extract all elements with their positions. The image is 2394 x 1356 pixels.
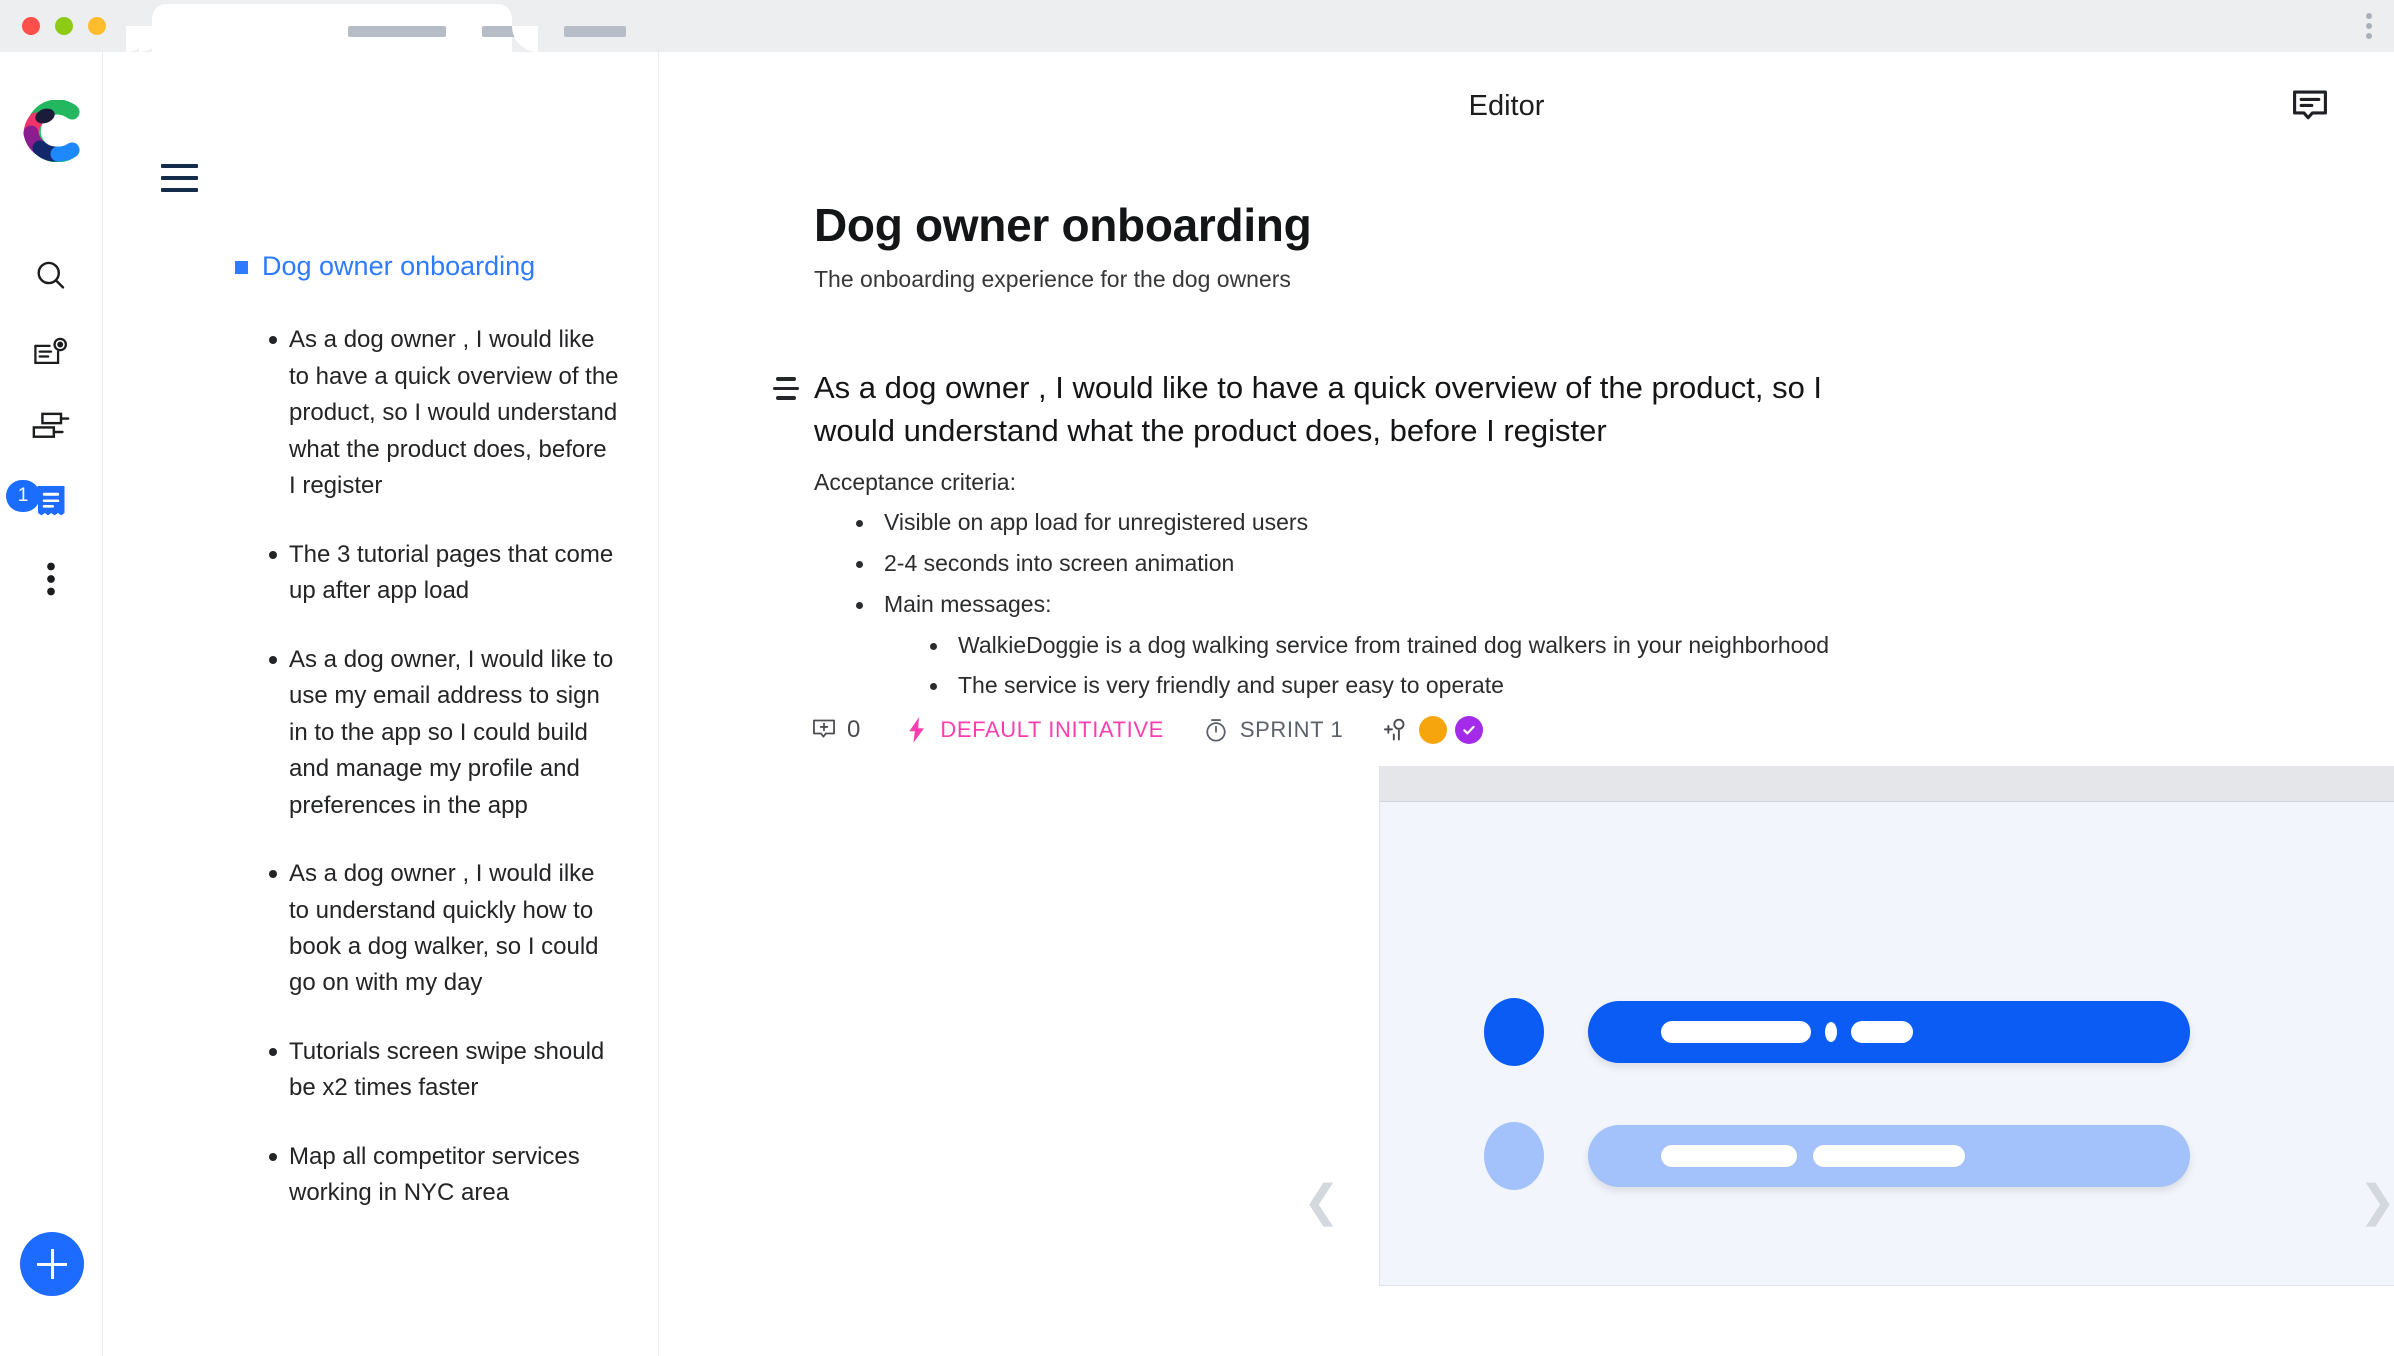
add-person-icon[interactable] [1383, 716, 1411, 744]
timeline-badge-count: 1 [6, 480, 40, 512]
list-item[interactable]: As a dog owner , I would like to have a … [103, 322, 658, 504]
outline-panel: Dog owner onboarding As a dog owner , I … [103, 52, 659, 1356]
list-item[interactable]: Main messages: WalkieDoggie is a dog wal… [844, 591, 2394, 698]
mockup-bar-shape [1588, 1001, 2190, 1064]
assignees-group [1383, 716, 1484, 745]
sidebar-item-search[interactable] [22, 247, 80, 305]
attachment-block [659, 766, 2394, 1287]
initiative-label: DEFAULT INITIATIVE [940, 717, 1164, 743]
list-item[interactable]: As a dog owner, I would like to use my e… [103, 642, 658, 824]
tab-title-placeholders [348, 26, 626, 37]
minimize-window-button[interactable] [55, 17, 73, 35]
mockup-avatar-shape [1484, 998, 1544, 1067]
list-item[interactable]: The service is very friendly and super e… [918, 672, 2394, 698]
initiative-badge[interactable]: DEFAULT INITIATIVE [906, 716, 1164, 744]
align-lines-icon[interactable] [773, 377, 799, 406]
sidebar-item-timeline[interactable] [22, 397, 80, 455]
app-window: 1 Dog owner onboarding As a dog owner , … [0, 52, 2394, 1356]
list-item[interactable]: 2-4 seconds into screen animation [844, 550, 2394, 576]
document-body: Dog owner onboarding The onboarding expe… [659, 160, 2394, 1356]
sidebar-item-roadmap[interactable] [22, 324, 80, 382]
mockup-bar-shape [1588, 1125, 2190, 1188]
add-comment-button[interactable]: 0 [811, 716, 860, 744]
mockup-header-bar [1380, 766, 2394, 803]
add-comment-icon [813, 719, 835, 738]
chevron-right-icon[interactable]: ❯ [2359, 1180, 2394, 1224]
window-controls [22, 17, 106, 35]
zoom-window-button[interactable] [88, 17, 106, 35]
map-pin-document-icon [34, 337, 68, 365]
avatar[interactable] [1419, 716, 1448, 745]
outline-item-title[interactable]: Dog owner onboarding [103, 248, 658, 284]
square-bullet-icon [235, 261, 248, 274]
list-item-label: Main messages: [884, 591, 1052, 618]
check-icon [1463, 725, 1476, 735]
story-title[interactable]: As a dog owner , I would like to have a … [814, 367, 1874, 453]
main-content: Editor Dog owner onboarding The onboardi… [659, 52, 2394, 1356]
mockup-row [1484, 1122, 2190, 1191]
comment-count: 0 [847, 716, 861, 744]
sidebar-item-more[interactable] [22, 550, 80, 608]
page-title: Editor [1468, 90, 1545, 122]
mockup-preview[interactable] [1379, 766, 2394, 1287]
tab-placeholder-bar [348, 26, 446, 37]
document-title[interactable]: Dog owner onboarding [814, 198, 2394, 252]
list-item[interactable]: Visible on app load for unregistered use… [844, 509, 2394, 535]
comment-bubble-icon[interactable] [2288, 84, 2332, 128]
acceptance-criteria-list: Visible on app load for unregistered use… [844, 509, 2394, 698]
lightning-bolt-icon [909, 717, 925, 743]
add-button[interactable] [20, 1232, 84, 1296]
close-window-button[interactable] [22, 17, 40, 35]
kebab-menu-icon[interactable] [2366, 13, 2372, 39]
tab-placeholder-bar [564, 26, 626, 37]
tab-placeholder-bar [482, 26, 528, 37]
sprint-label: SPRINT 1 [1239, 717, 1344, 743]
more-vertical-icon [47, 562, 55, 596]
timer-icon [1206, 719, 1226, 742]
list-item[interactable]: Tutorials screen swipe should be x2 time… [103, 1034, 658, 1107]
list-item[interactable]: Map all competitor services working in N… [103, 1139, 658, 1212]
list-item[interactable]: The 3 tutorial pages that come up after … [103, 537, 658, 610]
mockup-row [1484, 998, 2190, 1067]
browser-tab[interactable] [152, 4, 626, 52]
hamburger-menu-icon[interactable] [161, 164, 198, 200]
search-icon [37, 261, 65, 289]
acceptance-criteria-sublist: WalkieDoggie is a dog walking service fr… [918, 633, 2394, 698]
craft-logo[interactable] [22, 99, 82, 163]
avatar[interactable] [1455, 716, 1484, 745]
outline-title-label: Dog owner onboarding [262, 251, 536, 281]
left-icon-rail: 1 [0, 52, 103, 1356]
chevron-left-icon[interactable]: ❮ [1303, 1180, 1340, 1224]
outline-list: Dog owner onboarding As a dog owner , I … [103, 248, 658, 1244]
story-block: As a dog owner , I would like to have a … [659, 367, 2394, 1287]
browser-chrome-bar [0, 0, 2394, 52]
acceptance-criteria-label: Acceptance criteria: [814, 468, 1016, 495]
document-subtitle[interactable]: The onboarding experience for the dog ow… [814, 266, 2394, 293]
gantt-chart-icon [32, 412, 70, 438]
mockup-avatar-shape [1484, 1122, 1544, 1191]
list-item[interactable]: As a dog owner , I would ilke to underst… [103, 856, 658, 1002]
sprint-badge[interactable]: SPRINT 1 [1204, 717, 1343, 743]
story-meta-row: 0 DEFAULT INITIATIVE SPRINT 1 [811, 716, 2394, 745]
list-item[interactable]: WalkieDoggie is a dog walking service fr… [918, 633, 2394, 658]
editor-topbar: Editor [659, 52, 2394, 160]
